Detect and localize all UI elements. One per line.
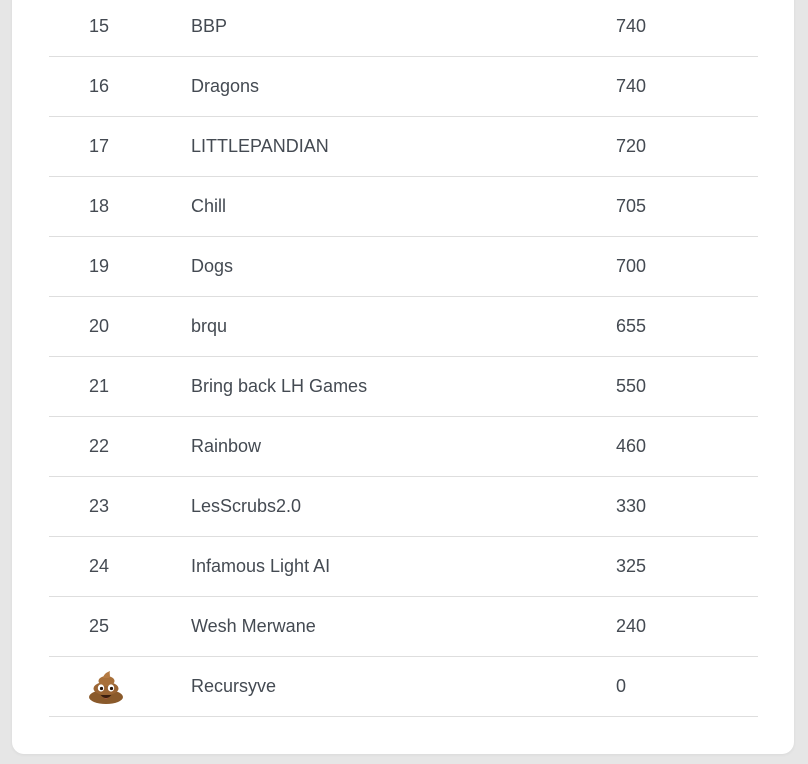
table-row: 19 Dogs 700 [49,237,758,297]
table-row: 18 Chill 705 [49,177,758,237]
score-cell: 700 [616,256,647,276]
team-name-cell: Chill [191,196,227,216]
rank-cell: 19 [89,256,110,276]
rank-cell: 17 [89,136,110,156]
score-cell: 0 [616,676,627,696]
rank-cell: 22 [89,436,110,456]
team-name-cell: BBP [191,16,228,36]
poop-icon [87,671,125,705]
team-name-cell: brqu [191,316,228,336]
team-name-cell: LesScrubs2.0 [191,496,302,516]
team-name-cell: Infamous Light AI [191,556,331,576]
score-cell: 740 [616,16,647,36]
score-cell: 460 [616,436,647,456]
rank-cell: 21 [89,376,110,396]
rank-cell: 25 [89,616,110,636]
table-row: 17 LITTLEPANDIAN 720 [49,117,758,177]
team-name-cell: Bring back LH Games [191,376,368,396]
table-row: 23 LesScrubs2.0 330 [49,477,758,537]
leaderboard-card: 15 BBP 740 16 Dragons 740 17 LITTLEPANDI… [12,0,794,754]
table-row: 24 Infamous Light AI 325 [49,537,758,597]
team-name-cell: Recursyve [191,676,277,696]
rank-cell: 15 [89,16,110,36]
team-name-cell: Rainbow [191,436,262,456]
table-row: 22 Rainbow 460 [49,417,758,477]
team-name-cell: LITTLEPANDIAN [191,136,329,156]
score-cell: 550 [616,376,647,396]
score-cell: 330 [616,496,647,516]
rank-cell: 16 [89,76,110,96]
score-cell: 720 [616,136,647,156]
table-row: 21 Bring back LH Games 550 [49,357,758,417]
table-row: Recursyve 0 [49,657,758,717]
table-row: 25 Wesh Merwane 240 [49,597,758,657]
table-row: 20 brqu 655 [49,297,758,357]
score-cell: 740 [616,76,647,96]
rank-cell: 23 [89,496,110,516]
table-row: 16 Dragons 740 [49,57,758,117]
score-cell: 655 [616,316,647,336]
score-cell: 705 [616,196,647,216]
table-row: 15 BBP 740 [49,0,758,57]
score-cell: 325 [616,556,647,576]
score-cell: 240 [616,616,647,636]
team-name-cell: Dragons [191,76,260,96]
rank-cell: 20 [89,316,110,336]
rank-cell: 18 [89,196,110,216]
team-name-cell: Dogs [191,256,234,276]
rank-cell: 24 [89,556,110,576]
leaderboard-table: 15 BBP 740 16 Dragons 740 17 LITTLEPANDI… [49,0,758,717]
team-name-cell: Wesh Merwane [191,616,316,636]
